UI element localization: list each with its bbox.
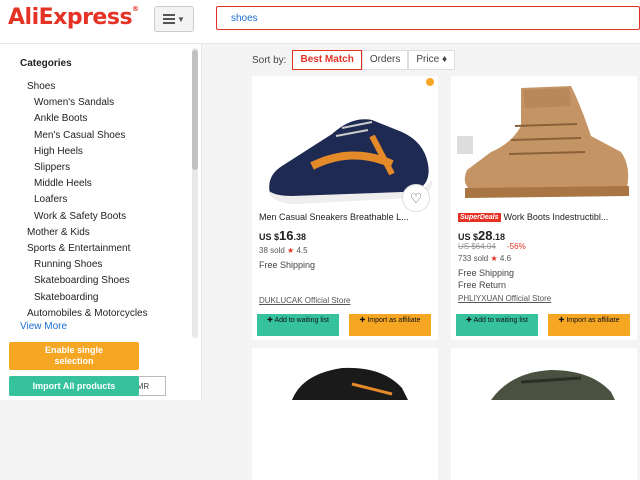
shipping-info: Free Shipping <box>259 260 316 270</box>
product-card[interactable] <box>252 348 438 480</box>
categories-heading: Categories <box>20 58 72 69</box>
star-icon: ★ <box>490 254 498 263</box>
product-price: US $28.18 <box>458 228 505 243</box>
sort-best-match[interactable]: Best Match <box>292 50 362 70</box>
heart-icon[interactable]: ♡ <box>402 184 430 212</box>
hamburger-icon <box>163 14 176 24</box>
sort-orders[interactable]: Orders <box>361 50 409 70</box>
product-price: US $16.38 <box>259 228 306 243</box>
chevron-down-icon: ▼ <box>177 14 185 24</box>
sidebar-category-item[interactable]: Slippers <box>34 162 70 173</box>
product-card[interactable] <box>451 348 637 480</box>
store-link[interactable]: PHLIYXUAN Official Store <box>458 294 551 303</box>
sidebar-category-item[interactable]: Mother & Kids <box>27 227 90 238</box>
sidebar-category-item[interactable]: Shoes <box>27 81 55 92</box>
sold-count: 733 sold ★ 4.6 <box>458 254 512 263</box>
sidebar-category-item[interactable]: Automobiles & Motorcycles <box>27 308 148 319</box>
sort-price[interactable]: Price ♦ <box>408 50 456 70</box>
product-card[interactable]: SuperDeals Work Boots Indestructibl... US… <box>451 76 637 340</box>
add-to-waiting-list-button[interactable]: ✚ Add to waiting list <box>456 314 538 336</box>
product-image[interactable] <box>451 348 637 480</box>
star-icon: ★ <box>287 246 295 255</box>
tag-icon <box>426 78 434 86</box>
aliexpress-logo[interactable]: AliExpress® <box>8 5 139 30</box>
sidebar-category-item[interactable]: Work & Safety Boots <box>34 211 126 222</box>
sidebar-scroll-thumb[interactable] <box>192 50 198 170</box>
product-title[interactable]: Men Casual Sneakers Breathable L... <box>259 212 435 222</box>
product-card[interactable]: ♡ Men Casual Sneakers Breathable L... US… <box>252 76 438 340</box>
import-as-affiliate-button[interactable]: ✚ Import as affiliate <box>349 314 431 336</box>
sidebar-category-item[interactable]: Running Shoes <box>34 259 102 270</box>
product-image[interactable] <box>252 348 438 480</box>
sort-bar: Sort by: Best Match Orders Price ♦ <box>252 50 456 70</box>
sidebar-category-item[interactable]: Skateboarding Shoes <box>34 275 130 286</box>
view-more-link[interactable]: View More <box>20 321 67 332</box>
sidebar-category-item[interactable]: Skateboarding <box>34 292 99 303</box>
sold-count: 38 sold ★ 4.5 <box>259 246 308 255</box>
sidebar-category-item[interactable]: Men's Casual Shoes <box>34 130 125 141</box>
category-menu-button[interactable]: ▼ <box>154 6 194 32</box>
product-image[interactable] <box>451 76 637 208</box>
enable-single-selection-button[interactable]: Enable single selection <box>9 342 139 370</box>
store-link[interactable]: DUKLUCAK Official Store <box>259 296 350 305</box>
sidebar-category-item[interactable]: Middle Heels <box>34 178 92 189</box>
return-info: Free Return <box>458 280 507 290</box>
sidebar-category-item[interactable]: Ankle Boots <box>34 113 87 124</box>
top-bar: AliExpress® ▼ <box>0 0 640 44</box>
add-to-waiting-list-button[interactable]: ✚ Add to waiting list <box>257 314 339 336</box>
discount-badge: -56% <box>507 242 526 251</box>
sidebar-category-item[interactable]: High Heels <box>34 146 83 157</box>
sort-label: Sort by: <box>252 54 287 66</box>
sidebar-category-item[interactable]: Loafers <box>34 194 67 205</box>
product-title[interactable]: SuperDeals Work Boots Indestructibl... <box>458 212 634 222</box>
original-price: US $64.04 <box>458 242 496 251</box>
sidebar-category-item[interactable]: Women's Sandals <box>34 97 114 108</box>
import-all-products-button[interactable]: Import All products <box>9 376 139 396</box>
sidebar-category-item[interactable]: Sports & Entertainment <box>27 243 130 254</box>
superdeals-badge: SuperDeals <box>458 213 501 222</box>
search-input[interactable] <box>216 6 640 30</box>
import-as-affiliate-button[interactable]: ✚ Import as affiliate <box>548 314 630 336</box>
shipping-info: Free Shipping <box>458 268 515 278</box>
